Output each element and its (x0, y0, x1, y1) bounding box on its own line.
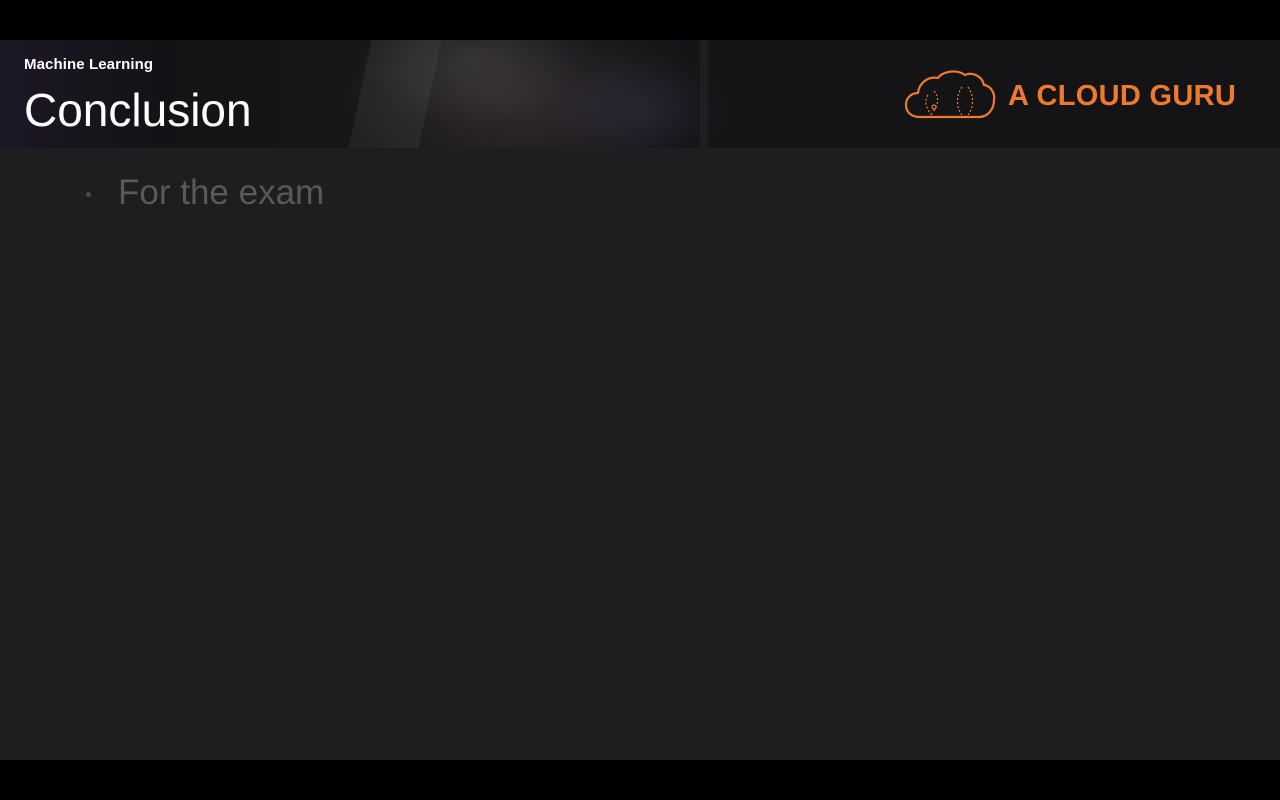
cloud-logo-icon (904, 69, 996, 123)
a-cloud-guru-logo: A CLOUD GURU (904, 68, 1236, 124)
top-letterbox (0, 0, 1280, 40)
course-subtitle: Machine Learning (24, 56, 154, 73)
background-doorframe (700, 40, 708, 148)
bottom-letterbox (0, 760, 1280, 800)
logo-text: A CLOUD GURU (1008, 79, 1237, 112)
presentation-slide: Machine Learning Conclusion A CLOUD GURU… (0, 40, 1280, 760)
bullet-item: For the exam (86, 170, 324, 216)
bullet-text: For the exam (118, 173, 325, 212)
bullet-dot-icon (86, 191, 91, 197)
slide-title: Conclusion (24, 84, 252, 136)
slide-content: For the exam (0, 148, 1280, 760)
slide-header: Machine Learning Conclusion A CLOUD GURU (0, 40, 1280, 148)
presenter-shoulder (348, 40, 442, 148)
